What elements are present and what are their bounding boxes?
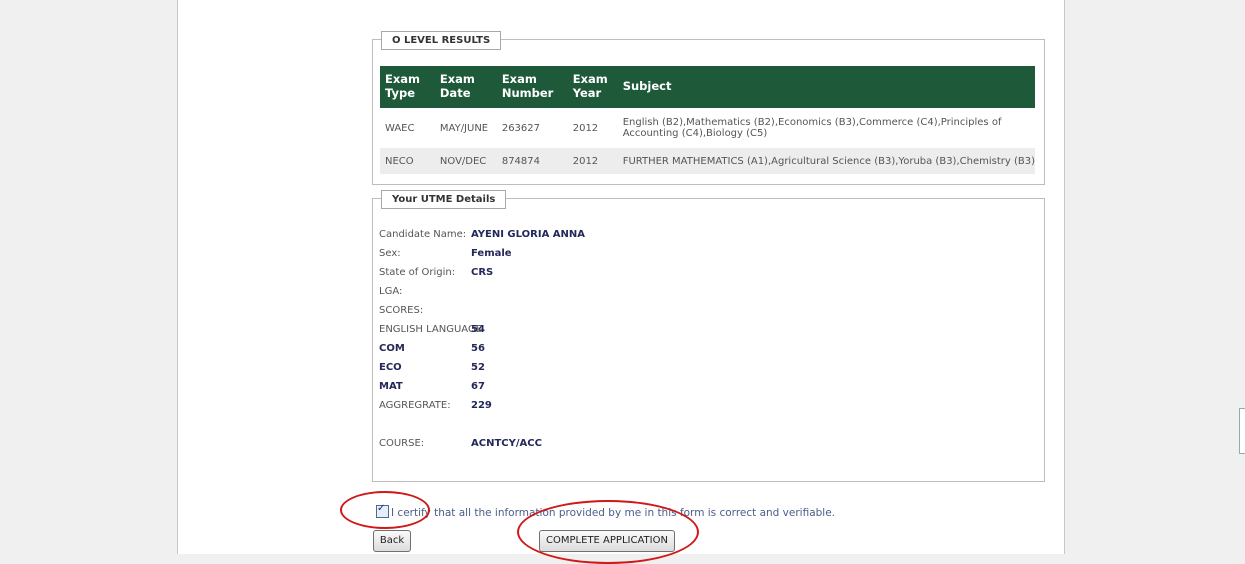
course-value: ACNTCY/ACC [471, 438, 542, 449]
utme-details-fieldset: Your UTME Details Candidate Name: AYENI … [372, 190, 1045, 482]
score-value: 52 [471, 362, 485, 373]
cell-subject: FURTHER MATHEMATICS (A1),Agricultural Sc… [617, 148, 1035, 174]
cell-exam-date: MAY/JUNE [434, 108, 497, 148]
annotation-circle-complete-button [517, 500, 699, 564]
table-row: NECO NOV/DEC 874874 2012 FURTHER MATHEMA… [380, 148, 1035, 174]
cell-exam-type: WAEC [380, 108, 435, 148]
cell-exam-number: 874874 [496, 148, 568, 174]
cell-subject: English (B2),Mathematics (B2),Economics … [617, 108, 1035, 148]
column-header-subject: Subject [617, 66, 1035, 108]
score-value: 56 [471, 343, 485, 354]
sex-label: Sex: [379, 248, 401, 259]
olevel-results-fieldset: O LEVEL RESULTS Exam Type Exam Date Exam… [372, 31, 1045, 185]
score-subject-label: COM [379, 343, 405, 354]
course-label: COURSE: [379, 438, 425, 449]
cell-exam-number: 263627 [496, 108, 568, 148]
candidate-name-label: Candidate Name: [379, 229, 467, 240]
score-subject-label: ECO [379, 362, 402, 373]
table-header-row: Exam Type Exam Date Exam Number Exam Yea… [380, 66, 1035, 108]
back-button[interactable]: Back [373, 530, 411, 552]
column-header-exam-number: Exam Number [496, 66, 568, 108]
score-value: 54 [471, 324, 485, 335]
aggregate-label: AGGREGRATE: [379, 400, 451, 411]
cell-exam-date: NOV/DEC [434, 148, 497, 174]
score-subject-label: MAT [379, 381, 403, 392]
state-of-origin-value: CRS [471, 267, 494, 278]
score-value: 67 [471, 381, 485, 392]
olevel-results-table: Exam Type Exam Date Exam Number Exam Yea… [380, 66, 1035, 174]
lga-label: LGA: [379, 286, 403, 297]
column-header-exam-date: Exam Date [434, 66, 497, 108]
sex-value: Female [471, 248, 512, 259]
cell-exam-year: 2012 [567, 108, 618, 148]
cell-exam-type: NECO [380, 148, 435, 174]
column-header-exam-year: Exam Year [567, 66, 618, 108]
olevel-legend: O LEVEL RESULTS [381, 31, 502, 50]
candidate-name-value: AYENI GLORIA ANNA [471, 229, 586, 240]
table-row: WAEC MAY/JUNE 263627 2012 English (B2),M… [380, 108, 1035, 148]
state-of-origin-label: State of Origin: [379, 267, 456, 278]
scrollbar-edge[interactable] [1239, 408, 1245, 454]
score-subject-label: ENGLISH LANGUAGE [379, 324, 483, 335]
aggregate-value: 229 [471, 400, 492, 411]
utme-legend: Your UTME Details [381, 190, 507, 209]
annotation-circle-checkbox [340, 491, 430, 529]
column-header-exam-type: Exam Type [380, 66, 435, 108]
cell-exam-year: 2012 [567, 148, 618, 174]
scores-label: SCORES: [379, 305, 424, 316]
